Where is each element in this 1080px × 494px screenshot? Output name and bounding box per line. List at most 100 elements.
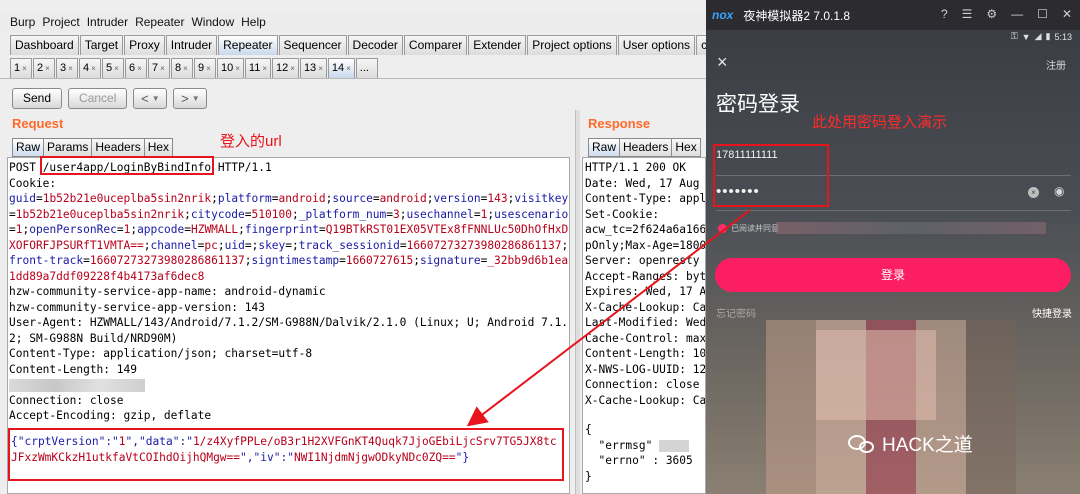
menu-burp[interactable]: Burp <box>10 15 35 29</box>
request-tab-11[interactable]: 11 × <box>244 58 272 78</box>
request-tab-4[interactable]: 4 × <box>79 58 101 78</box>
close-icon[interactable]: × <box>183 61 188 76</box>
request-tab-10[interactable]: 10 × <box>217 58 244 78</box>
tab-dashboard[interactable]: Dashboard <box>10 35 79 55</box>
tab-target[interactable]: Target <box>79 35 124 55</box>
response-subtab-hex[interactable]: Hex <box>671 138 701 157</box>
request-tab-3[interactable]: 3 × <box>56 58 78 78</box>
close-icon[interactable]: × <box>717 52 728 73</box>
forward-button[interactable]: > ▼ <box>173 87 208 109</box>
request-tab-6[interactable]: 6 × <box>125 58 147 78</box>
settings-icon[interactable]: ⚙ <box>986 7 997 21</box>
back-button[interactable]: < ▼ <box>133 87 168 109</box>
close-icon[interactable]: × <box>318 61 323 76</box>
response-title: Response <box>588 116 651 131</box>
send-button[interactable]: Send <box>12 87 63 109</box>
minimize-icon[interactable]: — <box>1011 7 1023 21</box>
agree-checkbox[interactable] <box>718 224 727 233</box>
request-subtab-params[interactable]: Params <box>43 138 93 157</box>
tab-project-options[interactable]: Project options <box>527 35 617 55</box>
menu-help[interactable]: Help <box>241 15 266 29</box>
request-tab-14[interactable]: 14 × <box>327 58 355 78</box>
request-subtab-raw[interactable]: Raw <box>12 138 45 157</box>
close-icon[interactable]: × <box>22 61 27 76</box>
request-tab-label: 1 <box>14 62 21 74</box>
quick-login-link[interactable]: 快捷登录 <box>1032 305 1072 320</box>
signal-icon: ◢ <box>1034 31 1042 41</box>
request-tab-13[interactable]: 13 × <box>299 58 327 78</box>
close-icon[interactable]: × <box>45 61 50 76</box>
close-icon[interactable]: × <box>290 61 295 76</box>
request-tab-label: 14 <box>331 62 345 74</box>
menu-repeater[interactable]: Repeater <box>135 15 184 29</box>
request-tab-label: 4 <box>83 62 90 74</box>
request-tab-8[interactable]: 8 × <box>171 58 193 78</box>
request-tab-9[interactable]: 9 × <box>194 58 216 78</box>
request-tab-1[interactable]: 1 × <box>10 58 32 78</box>
register-link[interactable]: 注册 <box>1046 57 1066 72</box>
tab-intruder[interactable]: Intruder <box>165 35 218 55</box>
split-divider[interactable] <box>575 110 580 494</box>
menu-icon[interactable]: ☰ <box>962 7 973 21</box>
dropdown-icon: ▼ <box>151 93 160 103</box>
tab-repeater[interactable]: Repeater <box>218 35 278 55</box>
battery-icon: ▮ <box>1045 31 1051 41</box>
request-tab-12[interactable]: 12 × <box>272 58 299 78</box>
close-icon[interactable]: × <box>346 61 351 76</box>
close-icon[interactable]: × <box>262 61 267 76</box>
close-icon[interactable]: × <box>235 61 240 76</box>
watermark: HACK之道 <box>848 430 973 457</box>
tab-captcha-kil[interactable]: captcha-kil <box>696 35 706 55</box>
tab-comparer[interactable]: Comparer <box>403 35 468 55</box>
request-tab-label: 5 <box>106 62 113 74</box>
tab-user-options[interactable]: User options <box>617 35 696 55</box>
response-body: { "errmsg" "errno" : 3605 } <box>585 423 693 483</box>
response-subtab-headers[interactable]: Headers <box>619 138 673 157</box>
request-subtab-hex[interactable]: Hex <box>143 138 174 157</box>
divider <box>0 78 706 79</box>
close-icon[interactable]: × <box>114 61 119 76</box>
login-button[interactable]: 登录 <box>715 258 1071 292</box>
cookie-value: 16607273273980286861137 <box>89 254 245 267</box>
menu-intruder[interactable]: Intruder <box>87 15 128 29</box>
response-line: Content-Length: 10 <box>585 347 706 360</box>
cookie-name: citycode <box>190 207 245 221</box>
cookie-name: appcode <box>137 223 185 236</box>
forward-icon: > <box>181 90 189 106</box>
tab-proxy[interactable]: Proxy <box>124 35 165 55</box>
request-tab-5[interactable]: 5 × <box>102 58 124 78</box>
close-icon[interactable]: × <box>160 61 165 76</box>
menu-window[interactable]: Window <box>191 15 234 29</box>
close-icon[interactable]: × <box>68 61 73 76</box>
status-time: 5:13 <box>1054 31 1072 42</box>
request-tab-7[interactable]: 7 × <box>148 58 170 78</box>
dropdown-icon: ▼ <box>191 93 200 103</box>
request-text[interactable]: POST /user4app/LoginByBindInfo HTTP/1.1 … <box>8 158 569 424</box>
clear-icon[interactable]: × <box>1028 187 1039 198</box>
key-icon: ⚿ <box>1010 31 1018 41</box>
request-tab-label: 3 <box>60 62 67 74</box>
body-highlight-box <box>8 428 564 481</box>
menu-project[interactable]: Project <box>42 15 79 29</box>
request-headers: hzw-community-service-app-name: android-… <box>9 285 569 376</box>
eye-icon[interactable]: ◉ <box>1054 184 1064 198</box>
response-subtab-raw[interactable]: Raw <box>588 138 621 157</box>
close-icon[interactable]: ✕ <box>1062 7 1072 21</box>
cancel-button[interactable]: Cancel <box>68 87 128 109</box>
close-icon[interactable]: × <box>137 61 142 76</box>
maximize-icon[interactable]: ☐ <box>1037 7 1048 21</box>
request-subtab-headers[interactable]: Headers <box>91 138 145 157</box>
close-icon[interactable]: × <box>91 61 96 76</box>
cookie-label: Cookie: <box>9 176 57 190</box>
response-viewer[interactable]: HTTP/1.1 200 OK Date: Wed, 17 Aug Content-… <box>582 157 706 494</box>
request-tab-label: ... <box>359 62 369 74</box>
forgot-password-link[interactable]: 忘记密码 <box>716 305 756 320</box>
help-icon[interactable]: ? <box>941 7 948 21</box>
tab-extender[interactable]: Extender <box>468 35 527 55</box>
request-tab-item[interactable]: ... <box>355 58 378 78</box>
tab-sequencer[interactable]: Sequencer <box>278 35 347 55</box>
url-annotation: 登入的url <box>220 133 282 150</box>
request-tab-2[interactable]: 2 × <box>33 58 55 78</box>
tab-decoder[interactable]: Decoder <box>347 35 403 55</box>
close-icon[interactable]: × <box>206 61 211 76</box>
